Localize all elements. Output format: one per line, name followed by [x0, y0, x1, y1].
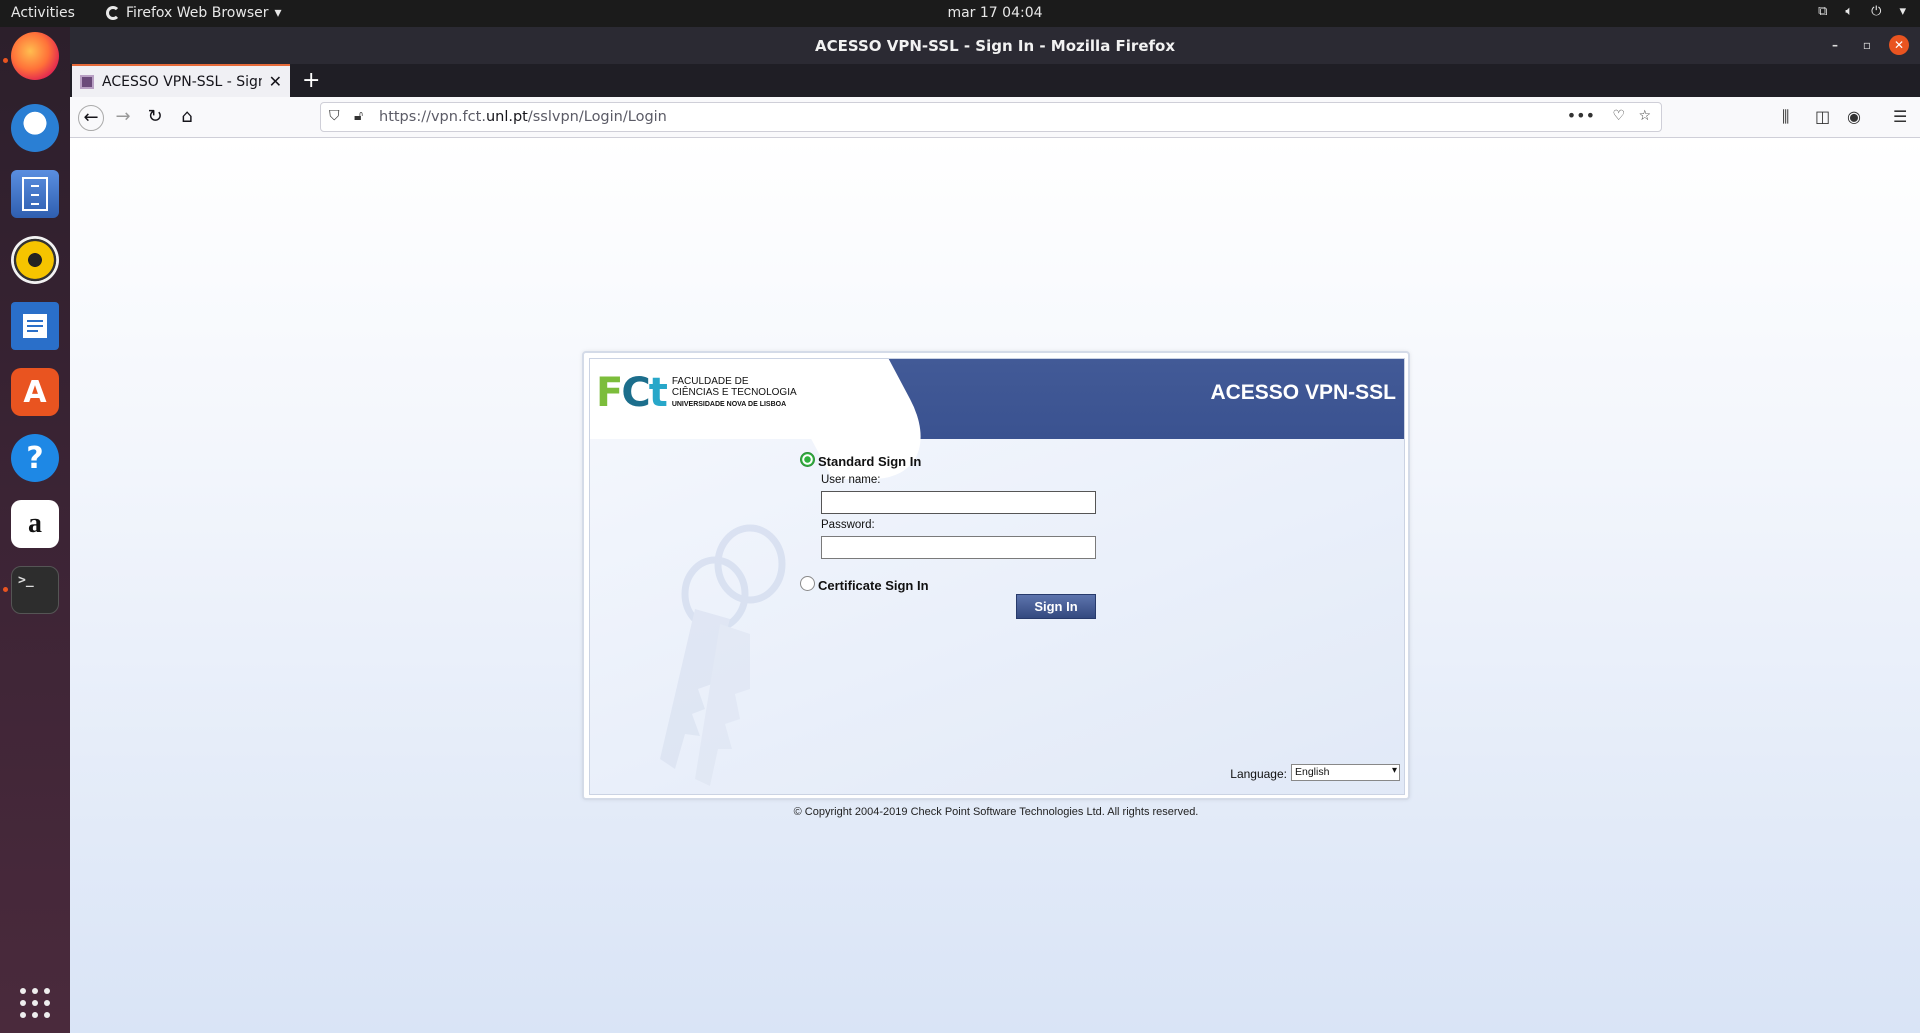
login-box: FCt FACULDADE DE CIÊNCIAS E TECNOLOGIA U… — [589, 358, 1405, 795]
dock: A ? a >_ — [0, 27, 70, 1033]
tab-strip: ACESSO VPN-SSL - Sign In ✕ + — [70, 64, 1920, 97]
tab-title: ACESSO VPN-SSL - Sign In — [102, 74, 262, 90]
navigation-bar: ← → ↻ ⌂ ⛉ 🔓︎ https://vpn.fct.unl.pt/sslv… — [70, 97, 1920, 138]
grid-dots-icon — [20, 988, 50, 1018]
terminal-icon[interactable]: >_ — [11, 566, 59, 614]
help-icon[interactable]: ? — [11, 434, 59, 482]
new-tab-button[interactable]: + — [302, 68, 320, 93]
password-label: Password: — [821, 519, 875, 531]
page-content: FCt FACULDADE DE CIÊNCIAS E TECNOLOGIA U… — [70, 138, 1920, 1033]
bookmark-star-icon[interactable]: ☆ — [1638, 108, 1651, 124]
writer-icon[interactable] — [11, 302, 59, 350]
logo-line-3: UNIVERSIDADE NOVA DE LISBOA — [671, 401, 787, 408]
logo-line-1: FACULDADE DE — [671, 376, 749, 387]
fct-logo-mark: FCt — [596, 370, 668, 416]
sign-in-button[interactable]: Sign In — [1016, 594, 1096, 619]
copyright-text: © Copyright 2004-2019 Check Point Softwa… — [793, 806, 1199, 818]
logo-line-2: CIÊNCIAS E TECNOLOGIA — [671, 387, 797, 398]
app-grid-icon[interactable] — [11, 979, 59, 1027]
language-select[interactable]: English ▾ — [1291, 764, 1400, 781]
back-button[interactable]: ← — [78, 105, 104, 131]
menu-icon[interactable]: ☰ — [1893, 107, 1907, 126]
reload-button[interactable]: ↻ — [142, 105, 168, 131]
language-label: Language: — [1230, 767, 1287, 781]
login-panel: FCt FACULDADE DE CIÊNCIAS E TECNOLOGIA U… — [582, 351, 1410, 800]
url-prefix: https://vpn.fct. — [379, 109, 486, 125]
running-indicator — [3, 58, 8, 63]
tab-vpn-login[interactable]: ACESSO VPN-SSL - Sign In ✕ — [72, 64, 290, 97]
top-bar: Activities Firefox Web Browser ▾ mar 17 … — [0, 0, 1920, 27]
sidebar-icon[interactable]: ◫ — [1815, 107, 1830, 126]
certificate-sign-in-label[interactable]: Certificate Sign In — [818, 578, 929, 593]
tracking-shield-icon[interactable]: ⛉ — [329, 108, 340, 124]
close-tab-icon[interactable]: ✕ — [269, 72, 282, 91]
rhythmbox-icon[interactable] — [11, 236, 59, 284]
standard-sign-in-label[interactable]: Standard Sign In — [818, 454, 921, 469]
fct-logo-text: FACULDADE DE CIÊNCIAS E TECNOLOGIA UNIVE… — [672, 376, 797, 410]
maximize-button[interactable]: ▫ — [1857, 35, 1877, 55]
terminal-glyph: >_ — [18, 573, 34, 588]
language-value: English — [1295, 766, 1330, 778]
forward-button[interactable]: → — [110, 105, 136, 131]
lock-warning-icon[interactable]: 🔓︎ — [354, 108, 363, 124]
username-input[interactable] — [821, 491, 1096, 514]
amazon-icon[interactable]: a — [11, 500, 59, 548]
help-glyph: ? — [26, 440, 44, 476]
thunderbird-icon[interactable] — [11, 104, 59, 152]
close-window-button[interactable]: ✕ — [1889, 35, 1909, 55]
library-icon[interactable]: ⫼ — [1782, 107, 1789, 127]
login-header: FCt FACULDADE DE CIÊNCIAS E TECNOLOGIA U… — [590, 359, 1404, 479]
account-icon[interactable]: ◉ — [1847, 107, 1861, 126]
certificate-sign-in-radio[interactable] — [800, 576, 815, 591]
amazon-glyph: a — [28, 508, 42, 539]
window-title: ACESSO VPN-SSL - Sign In - Mozilla Firef… — [814, 37, 1176, 55]
chevron-down-icon: ▾ — [1899, 4, 1906, 19]
key-watermark-icon — [660, 524, 786, 786]
home-button[interactable]: ⌂ — [174, 105, 200, 131]
network-icon: ⧉ — [1818, 4, 1828, 19]
url-domain: unl.pt — [485, 109, 528, 125]
document-icon — [23, 314, 47, 338]
software-icon[interactable]: A — [11, 368, 59, 416]
url-text[interactable]: https://vpn.fct.unl.pt/sslvpn/Login/Logi… — [379, 109, 667, 125]
power-icon: ⏻ — [1871, 4, 1882, 19]
files-drawer-icon — [22, 177, 48, 211]
page-actions-icon[interactable]: ••• — [1567, 106, 1595, 125]
pocket-icon[interactable]: ♡ — [1612, 108, 1625, 124]
system-tray[interactable]: ⧉ 🔈︎ ⏻ ▾ — [1818, 4, 1906, 19]
favicon-icon — [80, 75, 94, 89]
files-icon[interactable] — [11, 170, 59, 218]
password-input[interactable] — [821, 536, 1096, 559]
clock[interactable]: mar 17 04:04 — [0, 5, 1920, 21]
login-title: ACESSO VPN-SSL — [1210, 381, 1396, 404]
running-indicator — [3, 587, 8, 592]
window-titlebar[interactable]: ACESSO VPN-SSL - Sign In - Mozilla Firef… — [70, 27, 1920, 64]
username-label: User name: — [821, 474, 881, 486]
standard-sign-in-radio[interactable] — [800, 452, 815, 467]
dropdown-arrow-icon: ▾ — [1391, 765, 1397, 776]
firefox-icon[interactable] — [11, 32, 59, 80]
url-bar[interactable]: ⛉ 🔓︎ https://vpn.fct.unl.pt/sslvpn/Login… — [320, 102, 1662, 132]
url-path: /sslvpn/Login/Login — [527, 109, 667, 125]
volume-icon: 🔈︎ — [1845, 4, 1854, 19]
fct-logo: FCt FACULDADE DE CIÊNCIAS E TECNOLOGIA U… — [596, 373, 797, 413]
minimize-button[interactable]: – — [1825, 35, 1845, 55]
